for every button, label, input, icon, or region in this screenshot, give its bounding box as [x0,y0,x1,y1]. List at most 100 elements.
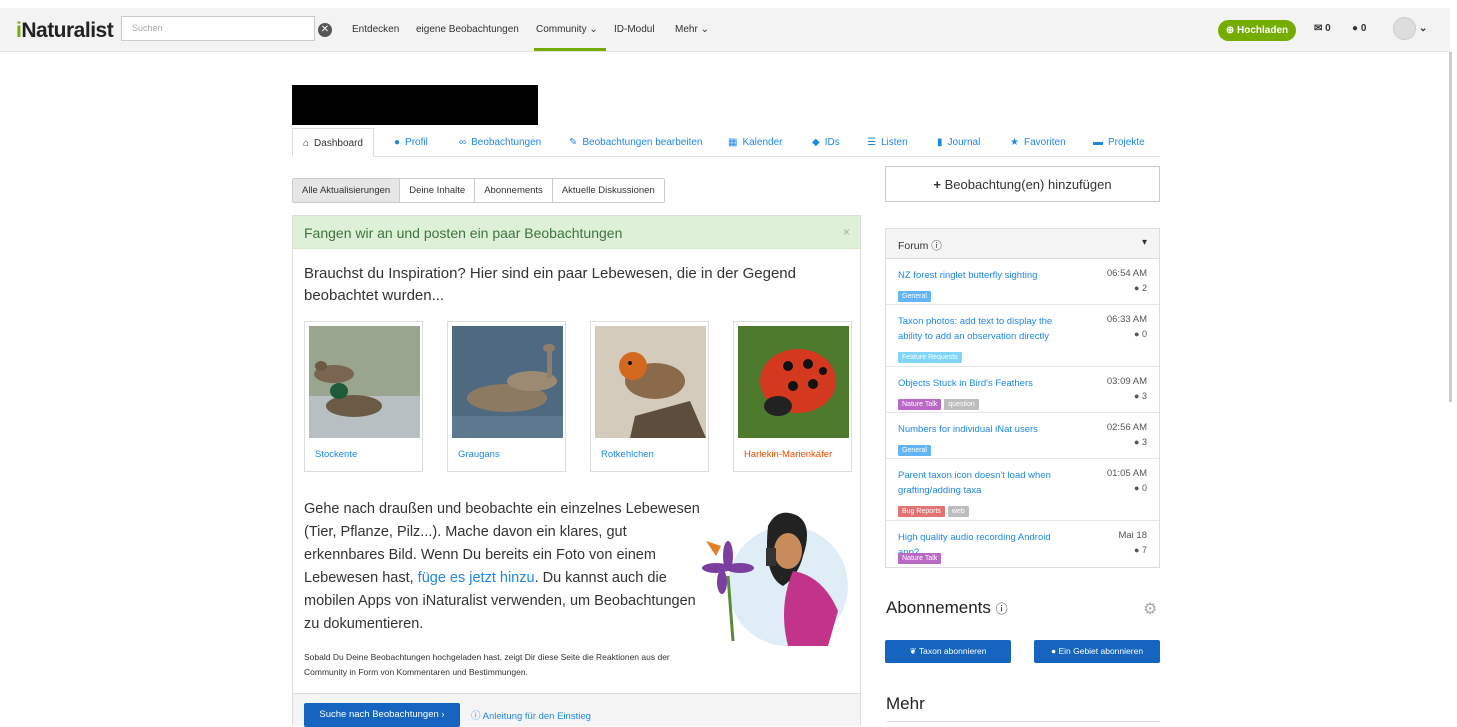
chevron-down-icon: ⌄ [700,24,709,35]
nav-id-modul[interactable]: ID-Modul [614,24,655,35]
nav-mehr[interactable]: Mehr ⌄ [675,24,709,35]
instructions-text: Gehe nach draußen und beobachte ein einz… [304,501,700,632]
forum-item-title[interactable]: Parent taxon icon doesn't load when graf… [898,468,1073,498]
search-observations-button[interactable]: Suche nach Beobachtungen › [304,703,460,727]
welcome-panel-footer: Suche nach Beobachtungen › ⓘ Anleitung f… [293,693,860,727]
tab-journal[interactable]: ▮ Journal [937,128,980,157]
forum-item-time: 02:56 AM [1106,422,1147,433]
search-input[interactable]: Suchen [121,16,315,41]
forum-item[interactable]: Objects Stuck in Bird's Feathers Nature … [886,367,1159,413]
tab-kalender[interactable]: ▦ Kalender [728,128,782,157]
upload-button[interactable]: ⊕ Hochladen [1218,20,1296,41]
forum-item-title[interactable]: Numbers for individual iNat users [898,422,1073,437]
pencil-icon: ✎ [569,137,578,148]
filter-recent-discussions[interactable]: Aktuelle Diskussionen [552,179,664,202]
user-menu-chevron-icon[interactable]: ⌄ [1419,23,1427,34]
active-nav-indicator [534,48,606,51]
add-photo-link[interactable]: füge es jetzt hinzu [418,570,535,586]
welcome-panel-title: Fangen wir an und posten ein paar Beobac… [293,216,860,249]
tab-ids[interactable]: ◆ IDs [812,128,840,157]
filter-your-content[interactable]: Deine Inhalte [400,179,476,202]
user-avatar[interactable] [1393,17,1416,40]
tag-icon: ◆ [812,137,820,148]
forum-item-title[interactable]: NZ forest ringlet butterfly sighting [898,268,1073,283]
comments-icon: ● [1134,391,1140,401]
notifications-counter[interactable]: ● 0 [1352,23,1366,34]
list-icon: ☰ [867,137,876,148]
book-icon: ▮ [937,137,943,148]
nav-community[interactable]: Community ⌄ [536,24,598,35]
forum-item-time: 06:54 AM [1106,268,1147,279]
inaturalist-logo[interactable]: iNaturalist [16,19,114,43]
top-navbar: iNaturalist Suchen ✕ Entdecken eigene Be… [0,8,1450,52]
user-icon: ● [394,137,401,148]
forum-header[interactable]: Forum ⓘ ▾ [886,229,1159,259]
mallard-photo [309,326,420,438]
nav-eigene-beobachtungen[interactable]: eigene Beobachtungen [416,24,519,35]
forum-item[interactable]: Taxon photos: add text to display the ab… [886,305,1159,367]
comments-icon: ● [1134,545,1140,555]
species-card-harlekin-marienkaefer[interactable]: Harlekin-Marienkäfer [733,321,852,472]
divider [886,721,1160,722]
messages-counter[interactable]: ✉ 0 [1314,23,1331,34]
gear-icon[interactable]: ⚙ [1143,599,1157,619]
add-observation-button[interactable]: + Beobachtung(en) hinzufügen [885,166,1160,202]
comments-icon: ● [1134,483,1140,493]
nav-entdecken[interactable]: Entdecken [352,24,399,35]
home-icon: ⌂ [303,138,310,149]
info-icon: ⓘ [931,240,942,252]
subscribe-taxon-button[interactable]: ❦ Taxon abonnieren [885,640,1011,663]
inspiration-text: Brauchst du Inspiration? Hier sind ein p… [304,265,796,304]
subscriptions-heading: Abonnements ⓘ [886,598,1008,617]
tab-dashboard[interactable]: ⌂ Dashboard [292,128,374,157]
forum-item[interactable]: Numbers for individual iNat users Genera… [886,413,1159,459]
species-card-stockente[interactable]: Stockente [304,321,423,472]
category-tag[interactable]: Bug Reports [898,506,945,517]
forum-item[interactable]: NZ forest ringlet butterfly sighting Gen… [886,259,1159,305]
welcome-panel: Fangen wir an und posten ein paar Beobac… [292,215,861,727]
category-tag[interactable]: web [947,506,969,517]
tab-listen[interactable]: ☰ Listen [867,128,908,157]
forum-item-title[interactable]: Objects Stuck in Bird's Feathers [898,376,1073,391]
tab-beobachtungen-bearbeiten[interactable]: ✎ Beobachtungen bearbeiten [569,128,703,157]
reply-count: ● 3 [1134,437,1147,447]
species-card-graugans[interactable]: Graugans [447,321,566,472]
subscribe-place-button[interactable]: ● Ein Gebiet abonnieren [1034,640,1160,663]
envelope-icon: ✉ [1314,23,1323,34]
chevron-down-icon: ⌄ [589,24,598,35]
more-heading: Mehr [886,694,925,713]
clear-search-icon[interactable]: ✕ [318,23,332,37]
tab-profil[interactable]: ● Profil [394,128,428,157]
forum-panel: Forum ⓘ ▾ NZ forest ringlet butterfly sig… [885,228,1160,568]
tab-projekte[interactable]: ▬ Projekte [1093,128,1145,157]
category-tag[interactable]: General [898,445,931,456]
category-tag[interactable]: question [944,399,979,410]
reply-count: ● 7 [1134,545,1147,555]
species-card-rotkehlchen[interactable]: Rotkehlchen [590,321,709,472]
reply-count: ● 0 [1134,329,1147,339]
comments-icon: ● [1134,329,1140,339]
forum-item[interactable]: Parent taxon icon doesn't load when graf… [886,459,1159,521]
getting-started-link[interactable]: ⓘ Anleitung für den Einstieg [471,708,591,722]
category-tag[interactable]: Nature Talk [898,399,942,410]
filter-subscriptions[interactable]: Abonnements [475,179,553,202]
briefcase-icon: ▬ [1093,137,1103,148]
category-tag[interactable]: Nature Talk [898,553,942,564]
tab-beobachtungen[interactable]: ∞ Beobachtungen [459,128,541,157]
calendar-icon: ▦ [728,137,738,148]
comments-icon: ● [1134,437,1140,447]
species-name: Stockente [315,449,358,460]
tab-favoriten[interactable]: ★ Favoriten [1010,128,1066,157]
category-tag[interactable]: General [898,291,931,302]
filter-all-updates[interactable]: Alle Aktualisierungen [293,179,401,202]
info-icon[interactable]: ⓘ [996,602,1008,616]
category-tag[interactable]: Feature Requests [898,352,962,363]
forum-item[interactable]: High quality audio recording Android app… [886,521,1159,567]
forum-item-time: Mai 18 [1118,530,1147,541]
reply-count: ● 2 [1134,283,1147,293]
forum-item-title[interactable]: Taxon photos: add text to display the ab… [898,314,1073,344]
close-icon[interactable]: × [843,225,850,239]
comments-icon: ● [1134,283,1140,293]
scrollbar[interactable] [1449,52,1452,402]
info-icon: ⓘ [471,711,481,722]
